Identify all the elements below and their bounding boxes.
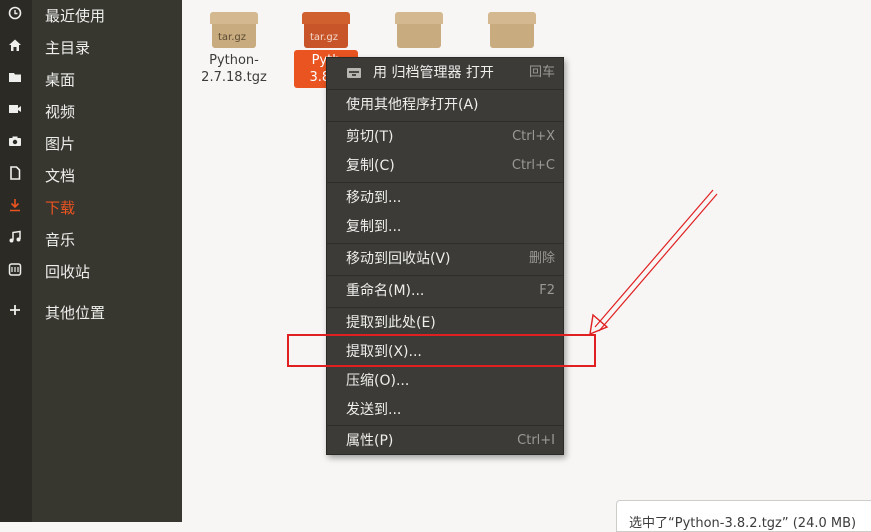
highlight-box xyxy=(287,334,596,367)
menu-item-move-to[interactable]: 移动到... xyxy=(327,184,563,212)
sidebar-item-label: 桌面 xyxy=(45,71,76,89)
sidebar-item-label: 图片 xyxy=(45,135,76,153)
archive-file-icon[interactable] xyxy=(488,12,536,48)
menu-item-send-to[interactable]: 发送到... xyxy=(327,396,563,424)
home-icon xyxy=(5,38,25,58)
sidebar-item-other-locations[interactable]: 其他位置 xyxy=(0,297,182,329)
sidebar-item-documents[interactable]: 文档 xyxy=(0,160,182,192)
sidebar-item-label: 回收站 xyxy=(45,263,91,281)
sidebar-item-music[interactable]: 音乐 xyxy=(0,224,182,256)
menu-item-properties[interactable]: 属性(P) Ctrl+I xyxy=(327,427,563,455)
menu-separator xyxy=(327,425,563,426)
menu-item-compress[interactable]: 压缩(O)... xyxy=(327,367,563,395)
sidebar-item-label: 最近使用 xyxy=(45,7,106,25)
file-type-label: tar.gz xyxy=(310,32,339,43)
sidebar-item-label: 文档 xyxy=(45,167,76,185)
context-menu: 用 归档管理器 打开 回车 使用其他程序打开(A) 剪切(T) Ctrl+X 复… xyxy=(326,57,564,455)
menu-separator xyxy=(327,243,563,244)
sidebar-item-trash[interactable]: 回收站 xyxy=(0,256,182,288)
menu-item-extract-here[interactable]: 提取到此处(E) xyxy=(327,309,563,337)
sidebar-item-pictures[interactable]: 图片 xyxy=(0,128,182,160)
camera-icon xyxy=(5,134,25,154)
video-icon xyxy=(5,102,25,122)
menu-separator xyxy=(327,89,563,90)
plus-icon xyxy=(5,303,25,323)
sidebar-item-label: 其他位置 xyxy=(45,304,106,322)
file-type-label: tar.gz xyxy=(218,32,247,43)
annotation-arrow xyxy=(589,189,718,336)
menu-item-copy-to[interactable]: 复制到... xyxy=(327,213,563,241)
sidebar-item-label: 主目录 xyxy=(45,39,91,57)
archive-manager-icon xyxy=(346,66,362,80)
menu-separator xyxy=(327,182,563,183)
menu-item-rename[interactable]: 重命名(M)... F2 xyxy=(327,277,563,305)
menu-separator xyxy=(327,275,563,276)
file-name: Python- 2.7.18.tgz xyxy=(201,53,267,85)
menu-separator xyxy=(327,307,563,308)
sidebar-item-label: 视频 xyxy=(45,103,76,121)
archive-file-icon: tar.gz xyxy=(302,12,350,48)
sidebar-item-label: 音乐 xyxy=(45,231,76,249)
download-icon xyxy=(5,198,25,218)
menu-item-cut[interactable]: 剪切(T) Ctrl+X xyxy=(327,123,563,151)
sidebar-item-desktop[interactable]: 桌面 xyxy=(0,64,182,96)
sidebar-item-label: 下载 xyxy=(45,199,76,217)
sidebar-item-videos[interactable]: 视频 xyxy=(0,96,182,128)
menu-item-open-with-other[interactable]: 使用其他程序打开(A) xyxy=(327,91,563,119)
archive-file-icon: tar.gz xyxy=(210,12,258,48)
sidebar-item-recent[interactable]: 最近使用 xyxy=(0,0,182,32)
sidebar: 最近使用 主目录 桌面 视频 图片 文档 下载 音乐 回收站 其他位置 xyxy=(0,0,182,522)
sidebar-item-downloads[interactable]: 下载 xyxy=(0,192,182,224)
folder-icon xyxy=(5,70,25,90)
sidebar-item-home[interactable]: 主目录 xyxy=(0,32,182,64)
status-bar: 选中了“Python-3.8.2.tgz” (24.0 MB) xyxy=(616,500,871,532)
document-icon xyxy=(5,166,25,186)
clock-icon xyxy=(5,6,25,26)
music-icon xyxy=(5,230,25,250)
menu-item-copy[interactable]: 复制(C) Ctrl+C xyxy=(327,152,563,180)
trash-icon xyxy=(5,262,25,282)
archive-file-icon[interactable] xyxy=(395,12,443,48)
menu-item-open-with-archive-manager[interactable]: 用 归档管理器 打开 回车 xyxy=(327,59,563,87)
menu-item-move-to-trash[interactable]: 移动到回收站(V) 删除 xyxy=(327,245,563,273)
menu-separator xyxy=(327,121,563,122)
